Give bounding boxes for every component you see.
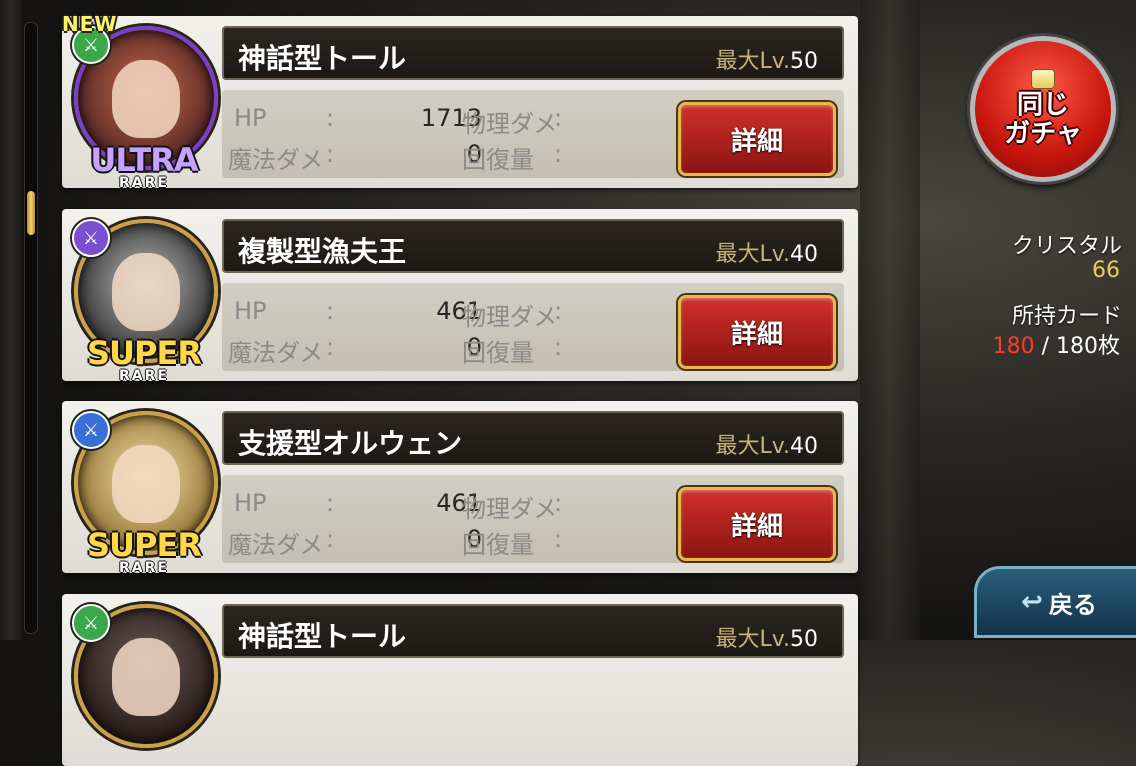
card-name-bar: 神話型トール 最大Lv.50 [222,26,844,80]
max-level: 最大Lv.50 [715,43,818,75]
colon: : [326,140,335,168]
back-button[interactable]: ↩ 戻る [974,566,1136,638]
colon: : [326,104,335,132]
max-level: 最大Lv.50 [715,621,818,653]
detail-button[interactable]: 詳細 [678,487,836,561]
card-name: 複製型漁夫王 [238,235,407,268]
crystal-value: 66 [1092,258,1120,283]
card-name: 支援型オルウェン [238,427,463,460]
colon: : [554,525,563,553]
colon: : [326,333,335,361]
card-name-bar: 複製型漁夫王 最大Lv.40 [222,219,844,273]
colon: : [554,333,563,361]
detail-button[interactable]: 詳細 [678,102,836,176]
scrollbar-thumb[interactable] [27,191,35,235]
attribute-swords-icon: ⚔ [72,411,110,449]
attribute-swords-icon: ⚔ [72,604,110,642]
owned-cards-value: 180 / 180枚 [993,328,1120,360]
colon: : [326,525,335,553]
owned-cards-current: 180 [992,334,1035,359]
colon: : [554,140,563,168]
rarity-badge: SUPER RARE [64,529,224,575]
magic-damage-label: 魔法ダメ [228,339,324,367]
card-item[interactable]: ⚔ 神話型トール 最大Lv.50 [62,594,858,766]
card-item[interactable]: ⚔ SUPER RARE 複製型漁夫王 最大Lv.40 HP : 461 物理ダ… [62,209,858,383]
character-art [112,445,180,523]
character-art [112,253,180,331]
gacha-label-line2: ガチャ [1004,119,1082,149]
owned-cards-max: 180枚 [1056,334,1120,359]
phys-damage-label: 物理ダメ [462,110,558,138]
rarity-badge: ULTRA RARE [64,144,224,190]
colon: : [554,489,563,517]
heal-label: 回復量 [462,146,534,174]
owned-cards-label: 所持カード [1011,304,1122,329]
rarity-sub-label: RARE [119,175,169,191]
heal-label: 回復量 [462,339,534,367]
colon: : [326,297,335,325]
rarity-main-label: ULTRA [64,144,224,176]
character-art [112,638,180,716]
owned-cards-separator: / [1034,334,1056,359]
heal-label: 回復量 [462,531,534,559]
max-level-value: 40 [790,242,818,267]
rarity-main-label: SUPER [87,526,202,564]
new-badge: NEW [62,12,118,36]
card-name-bar: 支援型オルウェン 最大Lv.40 [222,411,844,465]
background-pillar [0,0,22,640]
rarity-main-label: SUPER [87,334,202,372]
max-level-value: 50 [790,49,818,74]
card-item[interactable]: ⚔ SUPER RARE 支援型オルウェン 最大Lv.40 HP : 461 物… [62,401,858,575]
back-label: 戻る [1048,590,1097,619]
colon: : [554,297,563,325]
phys-damage-label: 物理ダメ [462,303,558,331]
lamp-icon [1031,69,1055,90]
scrollbar-track[interactable] [24,22,38,634]
background-pillar [860,0,920,640]
card-name: 神話型トール [238,42,407,75]
max-level: 最大Lv.40 [715,236,818,268]
max-level: 最大Lv.40 [715,428,818,460]
same-gacha-button[interactable]: 同じ ガチャ [970,36,1116,182]
max-level-label: 最大Lv. [715,434,790,459]
colon: : [554,104,563,132]
gacha-label-line1: 同じ [1016,90,1069,121]
phys-damage-label: 物理ダメ [462,495,558,523]
hp-label: HP [234,489,267,517]
magic-damage-label: 魔法ダメ [228,146,324,174]
hp-label: HP [234,297,267,325]
card-name-bar: 神話型トール 最大Lv.50 [222,604,844,658]
character-art [112,60,180,138]
max-level-label: 最大Lv. [715,242,790,267]
crystal-label: クリスタル [1011,234,1122,259]
hp-label: HP [234,104,267,132]
card-item[interactable]: ⚔ NEW ULTRA RARE 神話型トール 最大Lv.50 HP : 171… [62,12,858,190]
attribute-swords-icon: ⚔ [72,219,110,257]
return-arrow-icon: ↩ [1021,587,1043,617]
colon: : [326,489,335,517]
magic-damage-label: 魔法ダメ [228,531,324,559]
card-name: 神話型トール [238,620,407,653]
rarity-badge: SUPER RARE [64,337,224,383]
detail-button[interactable]: 詳細 [678,295,836,369]
max-level-value: 40 [790,434,818,459]
max-level-label: 最大Lv. [715,49,790,74]
